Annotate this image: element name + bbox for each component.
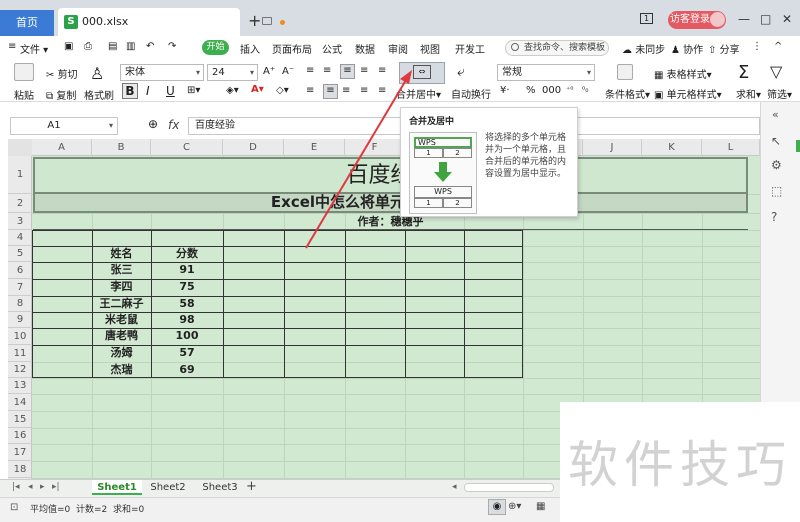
sheet-tab-2[interactable]: Sheet2 <box>146 480 190 495</box>
help-icon[interactable]: ? <box>771 210 777 224</box>
eye-protect-icon[interactable]: ◉ <box>488 499 506 515</box>
selection-icon[interactable]: ⬚ <box>771 184 782 198</box>
watermark-text: 软件技巧 <box>568 436 792 494</box>
pointer-icon[interactable]: ↖ <box>771 134 781 148</box>
collapse-panel-icon[interactable]: « <box>772 108 779 121</box>
status-icon[interactable]: ⊡ <box>10 502 18 513</box>
horizontal-scrollbar[interactable] <box>464 483 554 492</box>
normal-view-icon[interactable]: ▦ <box>536 501 545 512</box>
input-mode-icon[interactable]: ⊕▾ <box>508 501 521 512</box>
status-summary: 平均值=0 计数=2 求和=0 <box>30 505 145 515</box>
first-sheet-icon[interactable]: |◂ <box>12 482 20 492</box>
scroll-left-icon[interactable]: ◂ <box>452 482 457 492</box>
properties-icon[interactable]: ⚙ <box>771 158 782 172</box>
next-sheet-icon[interactable]: ▸ <box>40 482 45 492</box>
add-sheet-button[interactable]: + <box>246 479 257 494</box>
prev-sheet-icon[interactable]: ◂ <box>28 482 33 492</box>
last-sheet-icon[interactable]: ▸| <box>52 482 60 492</box>
side-green-tab[interactable] <box>796 140 800 152</box>
sheet-tab-1[interactable]: Sheet1 <box>92 480 142 495</box>
sheet-tab-3[interactable]: Sheet3 <box>198 480 242 495</box>
